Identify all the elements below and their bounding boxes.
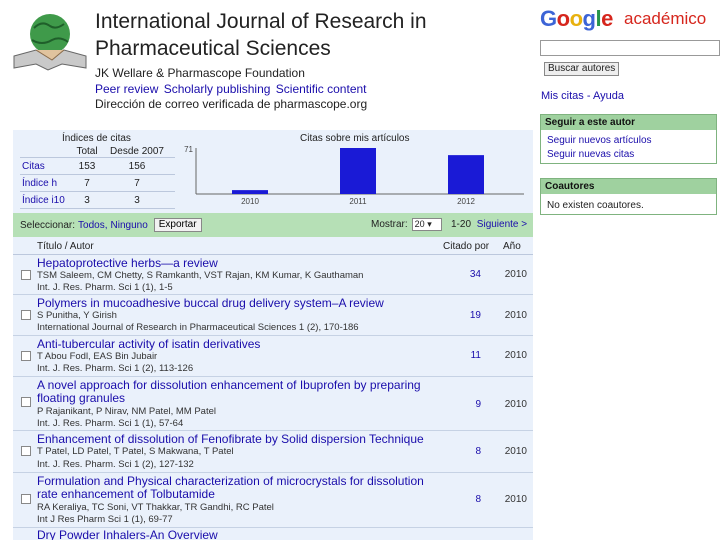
article-list-header: Título / Autor Citado por Año [13, 238, 533, 255]
bar-2010 [232, 190, 268, 194]
citation-row: Citas 153 156 [20, 158, 175, 175]
article-year: 2010 [504, 399, 527, 410]
citations-bar-chart: 71 2010 2011 2012 [184, 145, 524, 206]
article-venue: Int. J. Res. Pharm. Sci 1 (1), 57-64 [37, 418, 184, 429]
article-title-link[interactable]: Enhancement of dissolution of Fenofibrat… [37, 433, 437, 446]
sort-title-author[interactable]: Título / Autor [37, 241, 94, 252]
article-venue: International Journal of Research in Pha… [37, 322, 359, 333]
tag-link[interactable]: Scientific content [276, 82, 367, 96]
article-checkbox[interactable] [21, 494, 31, 504]
article-title-link[interactable]: Dry Powder Inhalers-An Overview [37, 529, 437, 540]
my-citations-link[interactable]: Mis citas - Ayuda [541, 90, 624, 102]
article-title-link[interactable]: Anti-tubercular activity of isatin deriv… [37, 338, 437, 351]
citation-row: Índice h 7 7 [20, 175, 175, 192]
page-range: 1-20 [451, 219, 472, 230]
article-row: Formulation and Physical characterizatio… [13, 474, 533, 528]
cited-by-link[interactable]: 11 [453, 350, 481, 361]
article-authors: T Abou Fodl, EAS Bin Jubair [37, 351, 158, 362]
article-title-link[interactable]: Polymers in mucoadhesive buccal drug del… [37, 297, 437, 310]
article-year: 2010 [504, 446, 527, 457]
scholar-logo-suffix: académico [624, 9, 707, 28]
sort-year[interactable]: Año [503, 241, 521, 252]
citation-table-header: Total Desde 2007 [20, 145, 175, 158]
article-venue: Int J Res Pharm Sci 1 (1), 69-77 [37, 514, 173, 525]
article-checkbox[interactable] [21, 270, 31, 280]
article-venue: Int. J. Res. Pharm. Sci 1 (1), 1-5 [37, 282, 173, 293]
select-all-link[interactable]: Todos, [78, 220, 107, 231]
article-year: 2010 [504, 350, 527, 361]
article-year: 2010 [504, 494, 527, 505]
article-authors: P Rajanikant, P Nirav, NM Patel, MM Pate… [37, 406, 216, 417]
tag-link[interactable]: Peer review [95, 82, 158, 96]
select-none-link[interactable]: Ninguno [111, 220, 148, 231]
citation-indices-title: Índices de citas [62, 133, 131, 144]
citation-table: Total Desde 2007 Citas 153 156 Índice h … [20, 145, 175, 209]
article-row: Dry Powder Inhalers-An Overview [13, 529, 533, 540]
verified-email: Dirección de correo verificada de pharma… [95, 97, 368, 111]
x-tick-label: 2012 [457, 197, 475, 206]
cited-by-link[interactable]: 34 [453, 269, 481, 280]
article-title-link[interactable]: Formulation and Physical characterizatio… [37, 475, 437, 501]
show-label: Mostrar: [371, 219, 408, 230]
handshake-globe-logo [13, 14, 87, 71]
article-row: Polymers in mucoadhesive buccal drug del… [13, 296, 533, 336]
pagination: 1-20 Siguiente > [451, 219, 527, 230]
search-authors-button[interactable]: Buscar autores [544, 62, 620, 76]
journal-affiliation: JK Wellare & Pharmascope Foundation [95, 66, 305, 80]
select-label: Seleccionar: [20, 219, 76, 231]
sort-cited-by[interactable]: Citado por [443, 241, 489, 252]
article-title-link[interactable]: A novel approach for dissolution enhance… [37, 379, 437, 405]
coauthors-panel: Coautores No existen coautores. [540, 178, 717, 215]
journal-tags: Peer review Scholarly publishing Scienti… [95, 82, 369, 96]
article-row: Anti-tubercular activity of isatin deriv… [13, 337, 533, 377]
list-toolbar: Seleccionar: Todos, Ninguno Exportar Mos… [13, 213, 533, 237]
export-button[interactable]: Exportar [153, 218, 202, 232]
google-logo[interactable]: Google [540, 6, 613, 32]
bar-2012 [448, 155, 484, 194]
article-venue: Int. J. Res. Pharm. Sci 1 (2), 127-132 [37, 459, 194, 470]
citation-row-label[interactable]: Citas [20, 161, 67, 172]
cited-by-link[interactable]: 8 [453, 446, 481, 457]
cited-by-link[interactable]: 19 [453, 310, 481, 321]
article-authors: T Patel, LD Patel, T Patel, S Makwana, T… [37, 446, 234, 457]
cited-by-link[interactable]: 9 [453, 399, 481, 410]
next-page-link[interactable]: Siguiente > [477, 219, 527, 230]
article-checkbox[interactable] [21, 446, 31, 456]
bar-2011 [340, 148, 376, 194]
citation-row: Índice i10 3 3 [20, 192, 175, 209]
x-tick-label: 2010 [241, 197, 259, 206]
article-row: A novel approach for dissolution enhance… [13, 378, 533, 431]
show-count-control: Mostrar: 20 ▾ [371, 218, 442, 231]
article-checkbox[interactable] [21, 310, 31, 320]
article-year: 2010 [504, 269, 527, 280]
article-year: 2010 [504, 310, 527, 321]
article-authors: TSM Saleem, CM Chetty, S Ramkanth, VST R… [37, 270, 364, 281]
coauthors-panel-title: Coautores [541, 179, 716, 194]
article-title-link[interactable]: Hepatoprotective herbs—a review [37, 257, 437, 270]
search-input[interactable] [540, 40, 720, 56]
follow-new-citations-link[interactable]: Seguir nuevas citas [541, 148, 716, 162]
article-authors: RA Keraliya, TC Soni, VT Thakkar, TR Gan… [37, 502, 274, 513]
article-row: Enhancement of dissolution of Fenofibrat… [13, 432, 533, 473]
coauthors-empty-text: No existen coautores. [547, 200, 644, 211]
article-checkbox[interactable] [21, 351, 31, 361]
follow-panel-title: Seguir a este autor [541, 115, 716, 130]
y-tick-label: 71 [184, 145, 193, 154]
article-authors: S Punitha, Y Girish [37, 310, 117, 321]
follow-author-panel: Seguir a este autor Seguir nuevos artícu… [540, 114, 717, 164]
show-count-select[interactable]: 20 ▾ [411, 218, 442, 231]
cited-by-link[interactable]: 8 [453, 494, 481, 505]
citation-row-label[interactable]: Índice h [20, 178, 67, 189]
x-tick-label: 2011 [349, 197, 367, 206]
tag-link[interactable]: Scholarly publishing [164, 82, 271, 96]
article-venue: Int. J. Res. Pharm. Sci 1 (2), 113-126 [37, 363, 194, 374]
journal-title: International Journal of Research in Pha… [95, 10, 427, 60]
citation-row-label[interactable]: Índice i10 [20, 195, 67, 206]
article-checkbox[interactable] [21, 397, 31, 407]
article-row: Hepatoprotective herbs—a review TSM Sale… [13, 256, 533, 295]
follow-new-articles-link[interactable]: Seguir nuevos artículos [541, 134, 716, 148]
